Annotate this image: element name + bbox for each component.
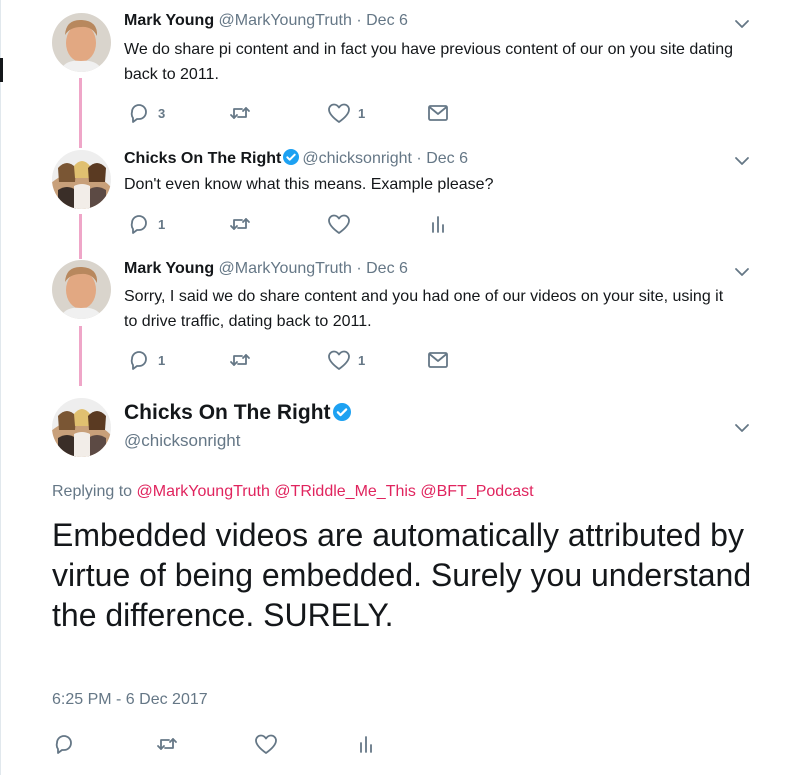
like-count: 1 — [358, 352, 366, 368]
reply-icon — [130, 215, 147, 234]
mention-link[interactable]: @MarkYoungTruth — [137, 483, 270, 500]
reply-button[interactable]: 1 — [130, 214, 165, 234]
analytics-icon — [432, 216, 444, 233]
tweet-date[interactable]: · Dec 6 — [356, 12, 408, 29]
main-tweet-text: Embedded videos are automatically attrib… — [52, 517, 752, 633]
reply-icon — [55, 735, 72, 754]
author-name[interactable]: Mark Young — [124, 260, 214, 277]
tweet-header: Chicks On The Right @chicksonright · Dec … — [124, 149, 468, 168]
chevron-down-icon[interactable] — [734, 16, 750, 32]
retweet-button[interactable] — [156, 734, 178, 754]
reply-count: 3 — [158, 105, 166, 121]
mention-link[interactable]: @BFT_Podcast — [420, 483, 533, 500]
reply-count: 1 — [158, 216, 166, 232]
reply-icon — [130, 104, 147, 123]
thread-line — [79, 214, 82, 259]
author-handle[interactable]: @MarkYoungTruth — [219, 260, 352, 277]
chevron-down-icon[interactable] — [734, 153, 750, 169]
author-handle[interactable]: @MarkYoungTruth — [219, 12, 352, 29]
message-icon — [428, 352, 448, 368]
window-edge — [0, 0, 1, 775]
retweet-icon — [157, 738, 177, 750]
replying-to-label: Replying to — [52, 483, 133, 500]
main-author-row: Chicks On The Right — [124, 401, 354, 425]
reply-button[interactable] — [55, 734, 75, 754]
tweet-date[interactable]: · Dec 6 — [416, 150, 468, 167]
author-handle[interactable]: @chicksonright — [302, 150, 412, 167]
thread-line — [79, 326, 82, 386]
mention-link[interactable]: @TRiddle_Me_This — [274, 483, 416, 500]
like-button[interactable]: 1 — [328, 103, 365, 123]
analytics-icon — [360, 736, 372, 753]
tweet-text: We do share pi content and in fact you h… — [124, 41, 733, 83]
replying-to: Replying to @MarkYoungTruth @TRiddle_Me_… — [52, 483, 534, 501]
like-icon — [328, 103, 350, 123]
retweet-icon — [230, 218, 250, 230]
verified-icon — [332, 403, 351, 421]
like-icon — [328, 214, 350, 234]
like-button[interactable] — [328, 214, 350, 234]
retweet-button[interactable] — [229, 214, 251, 234]
author-name[interactable]: Chicks On The Right — [124, 401, 331, 424]
like-button[interactable] — [255, 734, 277, 754]
reply-button[interactable]: 3 — [130, 103, 165, 123]
avatar[interactable] — [52, 260, 111, 319]
verified-icon — [283, 149, 300, 165]
tweet-date[interactable]: · Dec 6 — [356, 260, 408, 277]
reply-icon — [130, 351, 147, 370]
avatar[interactable] — [52, 150, 111, 209]
message-button[interactable] — [428, 350, 448, 370]
tweet-header: Mark Young @MarkYoungTruth · Dec 6 — [124, 12, 408, 30]
message-icon — [428, 105, 448, 121]
author-name[interactable]: Chicks On The Right — [124, 150, 281, 167]
like-count: 1 — [358, 105, 366, 121]
tweet-timestamp[interactable]: 6:25 PM - 6 Dec 2017 — [52, 691, 208, 709]
avatar[interactable] — [52, 13, 111, 72]
retweet-button[interactable] — [229, 103, 251, 123]
author-name[interactable]: Mark Young — [124, 12, 214, 29]
tweet-text: Don't even know what this means. Example… — [124, 176, 494, 193]
thread-line — [79, 78, 82, 148]
avatar[interactable] — [52, 398, 111, 457]
chevron-down-icon[interactable] — [734, 420, 750, 436]
like-button[interactable]: 1 — [328, 350, 365, 370]
analytics-button[interactable] — [358, 734, 374, 754]
reply-count: 1 — [158, 352, 166, 368]
message-button[interactable] — [428, 103, 448, 123]
tweet-header: Mark Young @MarkYoungTruth · Dec 6 — [124, 260, 408, 278]
window-edge-marker — [0, 58, 3, 82]
like-icon — [255, 734, 277, 754]
author-handle[interactable]: @chicksonright — [124, 431, 240, 451]
retweet-button[interactable] — [229, 350, 251, 370]
retweet-icon — [230, 107, 250, 119]
like-icon — [328, 350, 350, 370]
analytics-button[interactable] — [430, 214, 446, 234]
chevron-down-icon[interactable] — [734, 264, 750, 280]
retweet-icon — [230, 354, 250, 366]
tweet-text: Sorry, I said we do share content and yo… — [124, 288, 724, 330]
reply-button[interactable]: 1 — [130, 350, 165, 370]
